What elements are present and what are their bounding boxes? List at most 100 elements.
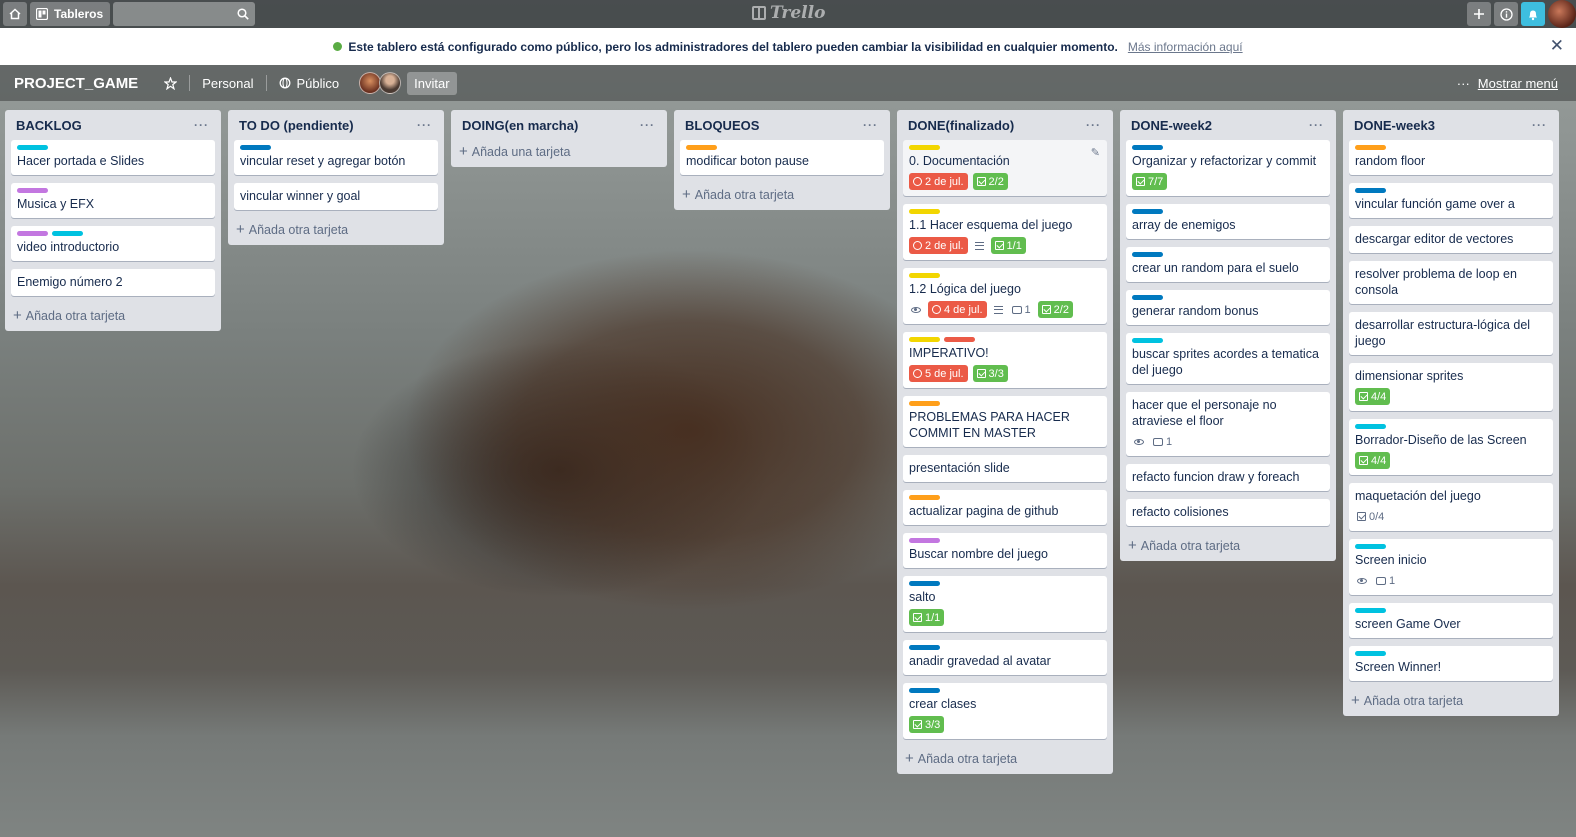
card[interactable]: salto 1/1	[903, 576, 1107, 632]
add-card-button[interactable]: + Añada otra tarjeta	[11, 304, 215, 327]
card[interactable]: vincular winner y goal	[234, 183, 438, 210]
card-badges: 4/4	[1355, 452, 1547, 469]
due-date-badge[interactable]: 2 de jul.	[909, 237, 968, 254]
card[interactable]: Organizar y refactorizar y commit 7/7	[1126, 140, 1330, 196]
list-menu-icon[interactable]: ···	[1532, 118, 1547, 132]
team-button[interactable]: Personal	[194, 76, 261, 91]
plus-icon: +	[13, 307, 22, 324]
add-card-button[interactable]: + Añada otra tarjeta	[234, 218, 438, 241]
due-date-badge[interactable]: 4 de jul.	[928, 301, 987, 318]
member-avatar[interactable]	[359, 72, 382, 94]
card[interactable]: maquetación del juego 0/4	[1349, 483, 1553, 531]
list-title[interactable]: BLOQUEOS	[685, 118, 759, 133]
label-yellow	[909, 273, 940, 278]
card[interactable]: crear clases 3/3	[903, 683, 1107, 739]
show-menu-label: Mostrar menú	[1477, 76, 1558, 91]
card[interactable]: Enemigo número 2	[11, 269, 215, 296]
info-button[interactable]	[1494, 2, 1518, 26]
card[interactable]: IMPERATIVO! 5 de jul. 3/3	[903, 332, 1107, 388]
list-menu-icon[interactable]: ···	[1086, 118, 1101, 132]
search-input[interactable]	[113, 2, 255, 26]
card[interactable]: actualizar pagina de github	[903, 490, 1107, 525]
list-menu-icon[interactable]: ···	[1309, 118, 1324, 132]
card[interactable]: refacto colisiones	[1126, 499, 1330, 526]
card-title: Borrador-Diseño de las Screen	[1355, 433, 1527, 447]
card[interactable]: dimensionar sprites 4/4	[1349, 363, 1553, 411]
card[interactable]: 1.2 Lógica del juego 4 de jul. 1 2/2	[903, 268, 1107, 324]
card[interactable]: screen Game Over	[1349, 603, 1553, 638]
card[interactable]: 1.1 Hacer esquema del juego 2 de jul. 1/1	[903, 204, 1107, 260]
list-menu-icon[interactable]: ···	[417, 118, 432, 132]
card[interactable]: buscar sprites acordes a tematica del ju…	[1126, 333, 1330, 384]
list-title[interactable]: DONE(finalizado)	[908, 118, 1014, 133]
add-card-button[interactable]: + Añada otra tarjeta	[903, 747, 1107, 770]
plus-icon: +	[1128, 537, 1137, 554]
card[interactable]: descargar editor de vectores	[1349, 226, 1553, 253]
close-icon[interactable]: ✕	[1550, 37, 1564, 54]
due-date-badge[interactable]: 5 de jul.	[909, 365, 968, 382]
card[interactable]: Hacer portada e Slides	[11, 140, 215, 175]
add-card-button[interactable]: + Añada otra tarjeta	[1349, 689, 1553, 712]
list-title[interactable]: DONE-week2	[1131, 118, 1212, 133]
card[interactable]: Musica y EFX	[11, 183, 215, 218]
invite-button[interactable]: Invitar	[407, 71, 457, 95]
board-title[interactable]: PROJECT_GAME	[14, 75, 138, 92]
trello-logo[interactable]: Trello	[752, 3, 825, 23]
label-blue	[1132, 145, 1163, 150]
visibility-button[interactable]: Público	[271, 76, 348, 91]
card[interactable]: Screen Winner!	[1349, 646, 1553, 681]
pencil-icon[interactable]: ✎	[1091, 146, 1100, 159]
star-button[interactable]	[156, 76, 185, 90]
checklist-count: 4/4	[1371, 390, 1387, 403]
list-menu-icon[interactable]: ···	[640, 118, 655, 132]
list-title[interactable]: TO DO (pendiente)	[239, 118, 354, 133]
show-menu-button[interactable]: ··· Mostrar menú	[1457, 76, 1558, 91]
list-title[interactable]: DONE-week3	[1354, 118, 1435, 133]
add-card-button[interactable]: + Añada otra tarjeta	[1126, 534, 1330, 557]
card[interactable]: Buscar nombre del juego	[903, 533, 1107, 568]
card[interactable]: Borrador-Diseño de las Screen 4/4	[1349, 419, 1553, 475]
card[interactable]: video introductorio	[11, 226, 215, 261]
checklist-badge: 3/3	[909, 716, 945, 733]
card[interactable]: 0. Documentación ✎ 2 de jul. 2/2	[903, 140, 1107, 196]
card[interactable]: crear un random para el suelo	[1126, 247, 1330, 282]
checklist-badge: 2/2	[1037, 301, 1073, 318]
member-avatar[interactable]	[379, 72, 402, 94]
card-labels	[1355, 145, 1547, 150]
list-title[interactable]: DOING(en marcha)	[462, 118, 578, 133]
checklist-icon	[1357, 512, 1366, 521]
list-menu-icon[interactable]: ···	[194, 118, 209, 132]
member-avatars	[359, 72, 402, 94]
user-avatar[interactable]	[1548, 0, 1576, 28]
list-title[interactable]: BACKLOG	[16, 118, 82, 133]
card[interactable]: generar random bonus	[1126, 290, 1330, 325]
card-title: generar random bonus	[1132, 304, 1259, 318]
card[interactable]: Screen inicio 1	[1349, 539, 1553, 595]
card[interactable]: vincular reset y agregar botón	[234, 140, 438, 175]
card[interactable]: refacto funcion draw y foreach	[1126, 464, 1330, 491]
card[interactable]: resolver problema de loop en consola	[1349, 261, 1553, 304]
add-card-button[interactable]: + Añada otra tarjeta	[680, 183, 884, 206]
checklist-icon	[913, 720, 922, 729]
card[interactable]: vincular función game over a	[1349, 183, 1553, 218]
banner-more-info-link[interactable]: Más información aquí	[1128, 40, 1243, 54]
card[interactable]: desarrollar estructura-lógica del juego	[1349, 312, 1553, 355]
plus-icon: +	[459, 143, 468, 160]
card[interactable]: array de enemigos	[1126, 204, 1330, 239]
due-date-text: 4 de jul.	[944, 303, 983, 316]
boards-button[interactable]: Tableros	[30, 2, 110, 26]
card[interactable]: PROBLEMAS PARA HACER COMMIT EN MASTER	[903, 396, 1107, 447]
list-menu-icon[interactable]: ···	[863, 118, 878, 132]
card[interactable]: anadir gravedad al avatar	[903, 640, 1107, 675]
card[interactable]: presentación slide	[903, 455, 1107, 482]
card-title: Musica y EFX	[17, 197, 95, 211]
card[interactable]: random floor	[1349, 140, 1553, 175]
add-card-button[interactable]: + Añada una tarjeta	[457, 140, 661, 163]
card[interactable]: modificar boton pause	[680, 140, 884, 175]
card[interactable]: hacer que el personaje no atraviese el f…	[1126, 392, 1330, 456]
notifications-button[interactable]	[1521, 2, 1545, 26]
due-date-text: 5 de jul.	[925, 367, 964, 380]
create-button[interactable]	[1467, 2, 1491, 26]
home-button[interactable]	[3, 2, 27, 26]
due-date-badge[interactable]: 2 de jul.	[909, 173, 968, 190]
